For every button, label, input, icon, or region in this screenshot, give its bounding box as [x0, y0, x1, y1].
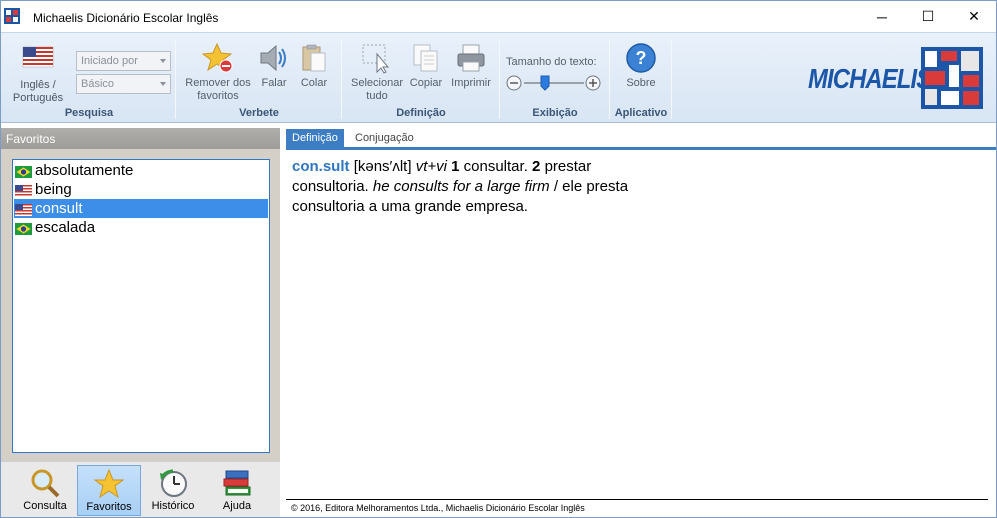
group-verbete: Remover dos favoritos Falar Colar Verbet…: [179, 36, 339, 122]
select-all-label: Selecionar tudo: [351, 77, 403, 102]
text-size-label: Tamanho do texto:: [506, 56, 597, 68]
group-label-exibicao: Exibição: [532, 107, 578, 119]
print-button[interactable]: Imprimir: [447, 42, 495, 90]
example-separator: /: [553, 178, 558, 195]
sense-text: consultar.: [463, 158, 528, 175]
maximize-button[interactable]: ☐: [905, 1, 951, 32]
usa-flag-icon: [15, 183, 32, 197]
pronunciation: [kəns′ʌlt]: [353, 158, 412, 175]
app-window: Michaelis Dicionário Escolar Inglês ─ ☐ …: [0, 0, 997, 518]
clock-history-icon: [157, 467, 189, 499]
close-button[interactable]: ✕: [951, 1, 997, 32]
chevron-down-icon: [160, 59, 166, 63]
copy-icon: [410, 42, 442, 74]
nav-favoritos[interactable]: Favoritos: [77, 465, 141, 516]
select-all-button[interactable]: Selecionar tudo: [347, 42, 407, 103]
tab-definicao[interactable]: Definição: [286, 129, 344, 149]
level-select[interactable]: Básico: [76, 74, 171, 94]
nav-consulta[interactable]: Consulta: [13, 465, 77, 516]
select-cursor-icon: [361, 42, 393, 74]
copy-button[interactable]: Copiar: [407, 42, 445, 90]
minimize-button[interactable]: ─: [859, 1, 905, 32]
list-item-label: absolutamente: [35, 162, 134, 179]
copy-label: Copiar: [409, 77, 443, 89]
nav-historico[interactable]: Histórico: [141, 465, 205, 516]
group-divider: [175, 39, 176, 119]
favorites-header: Favoritos: [1, 128, 280, 149]
sense-number: 1: [451, 158, 460, 175]
svg-text:?: ?: [636, 48, 647, 68]
favorites-panel: Favoritos absolutamente being consult es…: [1, 128, 280, 517]
list-item-selected[interactable]: consult: [14, 199, 268, 218]
list-item-label: consult: [35, 200, 83, 217]
app-icon: [4, 8, 20, 24]
list-item[interactable]: escalada: [14, 218, 268, 237]
michaelis-logo-mark: [921, 47, 983, 109]
group-definicao: Selecionar tudo Copiar Imprimir Definiçã…: [345, 36, 497, 122]
group-label-verbete: Verbete: [239, 107, 279, 119]
remove-favorites-label: Remover dos favoritos: [185, 77, 251, 102]
speak-button[interactable]: Falar: [257, 42, 291, 90]
part-of-speech: vt+vi: [415, 158, 447, 175]
group-divider: [609, 39, 610, 119]
clipboard-icon: [298, 42, 330, 74]
group-label-definicao: Definição: [396, 107, 446, 119]
definition-text: con.sult [kəns′ʌlt] vt+vi 1 consultar. 2…: [292, 157, 652, 217]
group-label-pesquisa: Pesquisa: [64, 107, 114, 119]
level-value: Básico: [81, 78, 115, 90]
group-label-aplicativo: Aplicativo: [614, 107, 668, 119]
window-title: Michaelis Dicionário Escolar Inglês: [33, 11, 219, 25]
list-item[interactable]: being: [14, 180, 268, 199]
search-mode-value: Iniciado por: [81, 55, 138, 67]
speak-label: Falar: [261, 77, 287, 89]
chevron-down-icon: [160, 82, 166, 86]
group-pesquisa: Inglês / Português Iniciado por Básico P…: [5, 36, 173, 122]
list-item-label: escalada: [35, 219, 96, 236]
list-item[interactable]: absolutamente: [14, 161, 268, 180]
about-label: Sobre: [626, 77, 656, 89]
nav-ajuda-label: Ajuda: [222, 500, 252, 512]
language-button[interactable]: Inglês / Português: [7, 44, 69, 105]
group-aplicativo: ? Sobre Aplicativo: [613, 36, 669, 122]
definition-tabs: Definição Conjugação: [286, 128, 996, 150]
usa-flag-icon: [22, 44, 54, 76]
list-item-label: being: [35, 181, 72, 198]
bottom-nav: Consulta Favoritos Histórico Ajuda: [1, 461, 280, 517]
remove-favorites-button[interactable]: Remover dos favoritos: [181, 42, 255, 103]
title-bar: Michaelis Dicionário Escolar Inglês ─ ☐ …: [1, 1, 996, 32]
paste-label: Colar: [300, 77, 328, 89]
sense-number: 2: [532, 158, 541, 175]
favorites-list[interactable]: absolutamente being consult escalada: [12, 159, 270, 453]
group-divider: [499, 39, 500, 119]
nav-favoritos-label: Favoritos: [86, 501, 132, 513]
tab-conjugacao[interactable]: Conjugação: [349, 129, 420, 149]
print-label: Imprimir: [451, 77, 491, 89]
headword: con.sult: [292, 158, 350, 175]
group-divider: [341, 39, 342, 119]
definition-panel: Definição Conjugação con.sult [kəns′ʌlt]…: [286, 128, 996, 517]
speaker-icon: [258, 42, 290, 74]
nav-ajuda[interactable]: Ajuda: [205, 465, 269, 516]
star-remove-icon: [201, 42, 234, 74]
help-icon: ?: [625, 42, 657, 74]
magnifier-icon: [29, 467, 61, 499]
star-icon: [93, 468, 125, 500]
brazil-flag-icon: [15, 221, 32, 235]
example-sentence: he consults for a large firm: [372, 178, 550, 195]
nav-historico-label: Histórico: [151, 500, 195, 512]
group-divider: [671, 39, 672, 119]
copyright-footer: © 2016, Editora Melhoramentos Ltda., Mic…: [286, 499, 988, 516]
michaelis-logo: MICHAELIS: [808, 63, 932, 94]
books-icon: [221, 467, 253, 499]
search-mode-select[interactable]: Iniciado por: [76, 51, 171, 71]
language-button-label: Inglês / Português: [12, 79, 64, 104]
text-size-slider[interactable]: [506, 74, 604, 92]
brazil-flag-icon: [15, 164, 32, 178]
about-button[interactable]: ? Sobre: [621, 42, 661, 90]
nav-consulta-label: Consulta: [23, 500, 67, 512]
usa-flag-icon: [15, 202, 32, 216]
paste-button[interactable]: Colar: [297, 42, 331, 90]
printer-icon: [455, 42, 487, 74]
group-exibicao: Tamanho do texto: Exibição: [503, 36, 607, 122]
